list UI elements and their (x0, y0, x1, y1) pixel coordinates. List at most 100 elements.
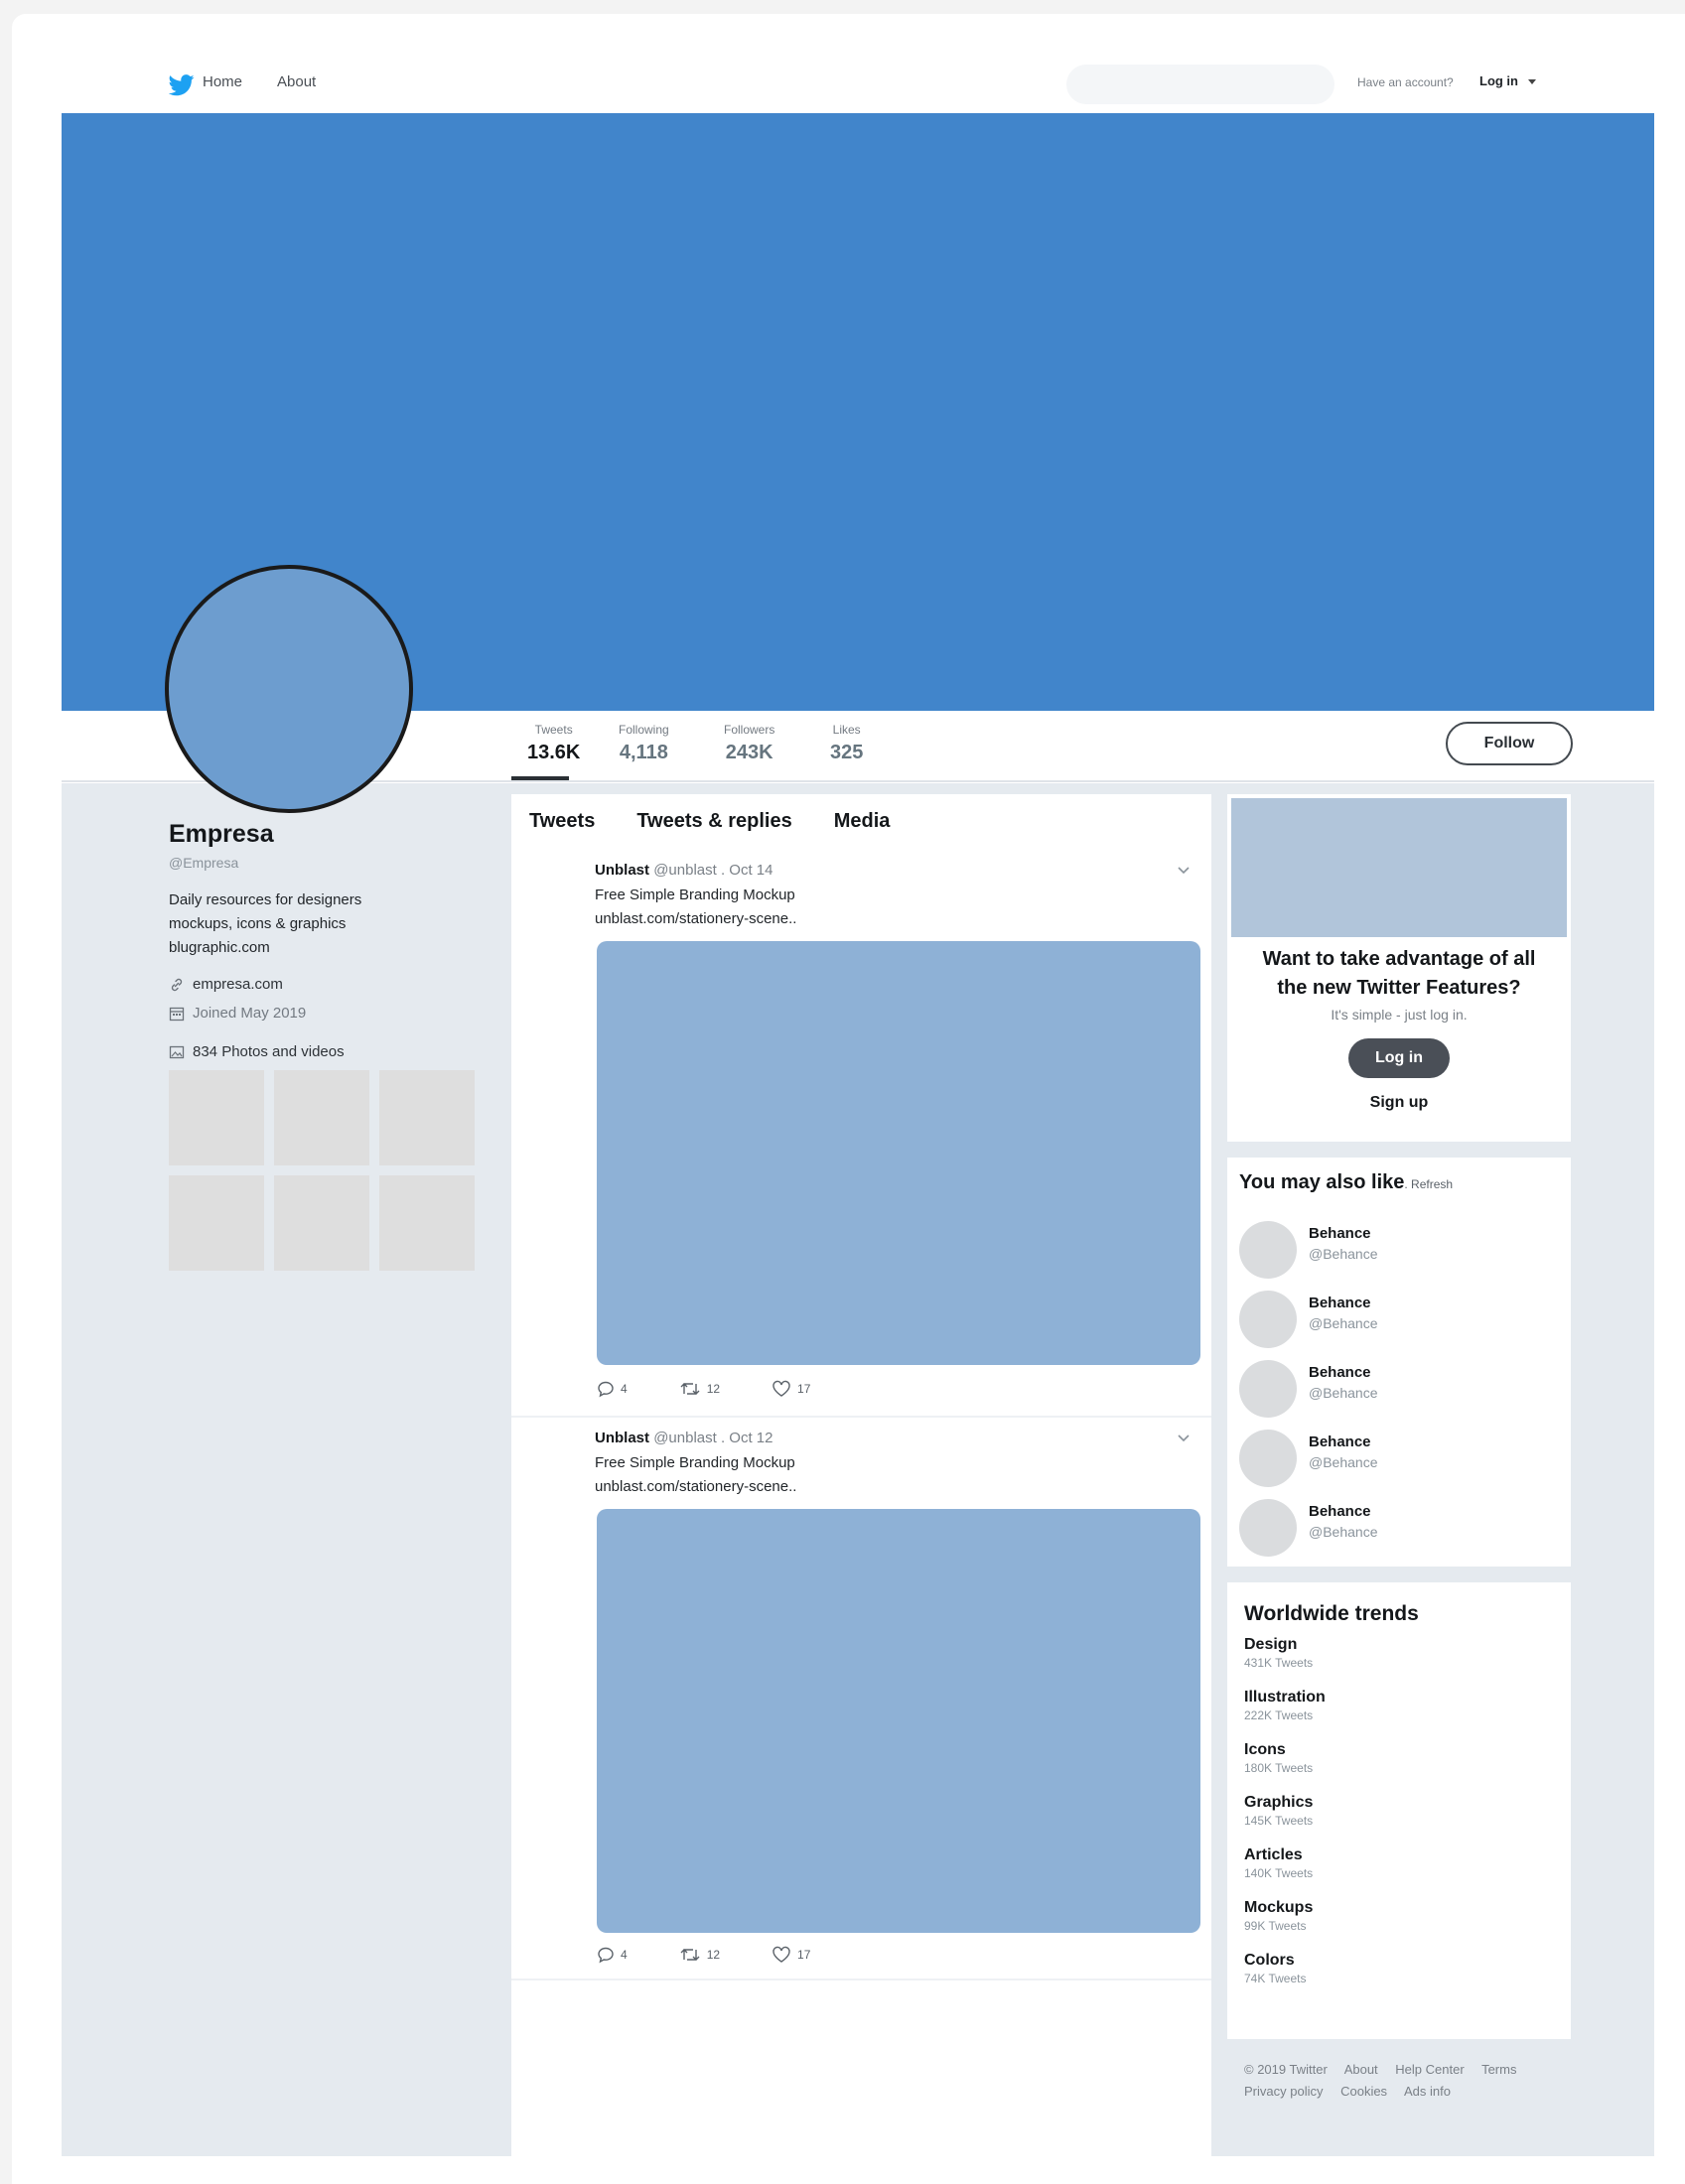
suggestion-name[interactable]: Behance (1309, 1225, 1371, 1242)
trend-item[interactable]: Articles 140K Tweets (1244, 1846, 1313, 1880)
login-button[interactable]: Log in (1348, 1038, 1450, 1078)
like-button[interactable]: 17 (772, 1946, 810, 1964)
tab-tweets-replies[interactable]: Tweets & replies (636, 810, 791, 833)
footer-privacy-link[interactable]: Privacy policy (1244, 2084, 1323, 2099)
chevron-down-icon[interactable] (1177, 1433, 1191, 1443)
suggestion-avatar[interactable] (1239, 1499, 1297, 1557)
tweet-media[interactable] (597, 941, 1200, 1365)
suggestion-avatar[interactable] (1239, 1430, 1297, 1487)
suggestion-item[interactable]: Behance @Behance (1239, 1221, 1557, 1279)
trend-name[interactable]: Icons (1244, 1741, 1313, 1759)
suggestion-avatar[interactable] (1239, 1221, 1297, 1279)
trend-item[interactable]: Design 431K Tweets (1244, 1636, 1313, 1670)
stat-following[interactable]: Following 4,118 (619, 723, 669, 764)
avatar[interactable] (165, 565, 413, 813)
nav-about-link[interactable]: About (277, 73, 316, 90)
trend-name[interactable]: Illustration (1244, 1689, 1326, 1706)
photo-thumbnail[interactable] (379, 1070, 475, 1165)
trend-item[interactable]: Icons 180K Tweets (1244, 1741, 1313, 1775)
tweet-body: Free Simple Branding Mockup (595, 887, 795, 903)
tweet-author[interactable]: Unblast (595, 862, 649, 879)
suggestion-handle: @Behance (1309, 1315, 1378, 1331)
photo-thumbnail[interactable] (379, 1175, 475, 1271)
tab-tweets[interactable]: Tweets (529, 810, 595, 833)
trend-name[interactable]: Design (1244, 1636, 1313, 1654)
photo-thumbnail[interactable] (274, 1175, 369, 1271)
retweet-button[interactable]: 12 (679, 1380, 720, 1398)
trend-count: 222K Tweets (1244, 1708, 1314, 1722)
profile-handle: @Empresa (169, 855, 239, 871)
suggestion-handle: @Behance (1309, 1246, 1378, 1262)
stat-value: 325 (830, 742, 864, 763)
refresh-link[interactable]: . Refresh (1404, 1177, 1453, 1191)
photo-thumbnail[interactable] (274, 1070, 369, 1165)
trends-title: Worldwide trends (1244, 1602, 1419, 1625)
profile-photos-link[interactable]: 834 Photos and videos (169, 1043, 487, 1060)
nav-home-link[interactable]: Home (203, 73, 242, 90)
website-link[interactable]: empresa.com (193, 976, 283, 993)
stat-label: Followers (724, 723, 775, 737)
trend-name[interactable]: Graphics (1244, 1794, 1313, 1812)
suggestion-handle: @Behance (1309, 1385, 1378, 1401)
search-input[interactable] (1066, 65, 1334, 104)
photos-text[interactable]: 834 Photos and videos (193, 1043, 345, 1060)
joined-text: Joined May 2019 (193, 1005, 307, 1022)
tweet-text: Free Simple Branding Mockup unblast.com/… (595, 884, 796, 931)
suggestion-item[interactable]: Behance @Behance (1239, 1360, 1557, 1418)
tweet-link[interactable]: unblast.com/stationery-scene.. (595, 907, 796, 931)
trend-item[interactable]: Mockups 99K Tweets (1244, 1899, 1313, 1933)
suggestion-item[interactable]: Behance @Behance (1239, 1291, 1557, 1348)
reply-button[interactable]: 4 (597, 1380, 628, 1398)
trend-name[interactable]: Colors (1244, 1952, 1306, 1970)
profile-website[interactable]: empresa.com (169, 976, 487, 993)
trend-item[interactable]: Colors 74K Tweets (1244, 1952, 1306, 1985)
photo-thumbnail[interactable] (169, 1070, 264, 1165)
suggestion-item[interactable]: Behance @Behance (1239, 1430, 1557, 1487)
reply-button[interactable]: 4 (597, 1946, 628, 1964)
footer-help-link[interactable]: Help Center (1395, 2062, 1464, 2077)
retweet-button[interactable]: 12 (679, 1946, 720, 1964)
stat-label: Likes (832, 723, 861, 737)
footer-about-link[interactable]: About (1344, 2062, 1378, 2077)
trend-item[interactable]: Graphics 145K Tweets (1244, 1794, 1313, 1828)
footer-cookies-link[interactable]: Cookies (1340, 2084, 1387, 2099)
suggestion-item[interactable]: Behance @Behance (1239, 1499, 1557, 1557)
tweet[interactable]: Unblast @unblast . Oct 12 Free Simple Br… (511, 1430, 1211, 1985)
trend-name[interactable]: Mockups (1244, 1899, 1313, 1917)
trend-name[interactable]: Articles (1244, 1846, 1313, 1864)
suggestion-name[interactable]: Behance (1309, 1364, 1371, 1381)
footer-ads-link[interactable]: Ads info (1404, 2084, 1451, 2099)
tweet-link[interactable]: unblast.com/stationery-scene.. (595, 1475, 796, 1499)
stat-tweets[interactable]: Tweets 13.6K (527, 723, 580, 764)
suggestion-avatar[interactable] (1239, 1360, 1297, 1418)
tweet-media[interactable] (597, 1509, 1200, 1933)
suggestion-avatar[interactable] (1239, 1291, 1297, 1348)
photo-thumbnail[interactable] (169, 1175, 264, 1271)
tweet-author[interactable]: Unblast (595, 1430, 649, 1446)
footer-terms-link[interactable]: Terms (1481, 2062, 1516, 2077)
tab-media[interactable]: Media (834, 810, 891, 833)
signup-link[interactable]: Sign up (1227, 1094, 1571, 1112)
profile-bio: Daily resources for designers mockups, i… (169, 888, 487, 960)
login-card-subtitle: It's simple - just log in. (1331, 1007, 1468, 1023)
trend-count: 74K Tweets (1244, 1972, 1307, 1985)
login-card-image (1231, 798, 1567, 937)
link-icon (171, 978, 183, 991)
suggestion-name[interactable]: Behance (1309, 1503, 1371, 1520)
suggestion-name[interactable]: Behance (1309, 1433, 1371, 1450)
tweet[interactable]: Unblast @unblast . Oct 14 Free Simple Br… (511, 862, 1211, 1418)
chevron-down-icon[interactable] (1177, 866, 1191, 876)
nav-login-link[interactable]: Log in (1479, 73, 1518, 88)
twitter-bird-icon[interactable] (169, 74, 195, 96)
bio-link[interactable]: blugraphic.com (169, 936, 487, 960)
stat-likes[interactable]: Likes 325 (830, 723, 863, 764)
caret-down-icon[interactable] (1528, 79, 1536, 84)
stat-followers[interactable]: Followers 243K (724, 723, 774, 764)
calendar-icon (169, 1007, 185, 1021)
like-button[interactable]: 17 (772, 1380, 810, 1398)
trend-item[interactable]: Illustration 222K Tweets (1244, 1689, 1326, 1722)
reply-icon (598, 1381, 614, 1398)
follow-button[interactable]: Follow (1446, 722, 1573, 765)
suggestion-name[interactable]: Behance (1309, 1295, 1371, 1311)
trend-count: 99K Tweets (1244, 1919, 1307, 1933)
